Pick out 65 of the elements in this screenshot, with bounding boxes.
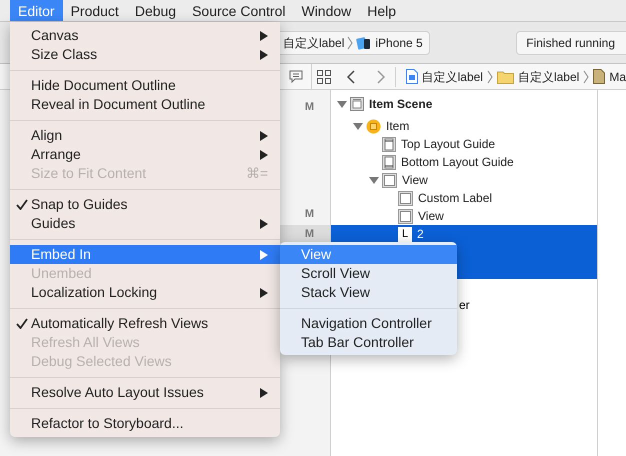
change-marker: M bbox=[304, 100, 315, 115]
layout-guide-icon bbox=[382, 154, 396, 170]
menu-item[interactable]: Arrange bbox=[10, 145, 280, 164]
menu-bar-item[interactable]: Editor bbox=[10, 0, 63, 21]
file-icon bbox=[406, 69, 418, 84]
jump-bar-item[interactable]: 自定义label bbox=[518, 68, 580, 86]
outline-row[interactable]: L 2 bbox=[331, 225, 597, 243]
chevron-icon bbox=[347, 36, 354, 50]
menu-bar-item[interactable]: Debug bbox=[126, 0, 184, 21]
view-icon bbox=[398, 208, 413, 224]
comment-icon[interactable] bbox=[288, 70, 303, 83]
menu-bar-item[interactable]: Help bbox=[359, 0, 404, 21]
outline-row[interactable]: Top Layout Guide bbox=[331, 135, 597, 153]
submenu-arrow-icon bbox=[260, 288, 268, 298]
back-icon[interactable] bbox=[346, 70, 355, 84]
disclosure-triangle-icon[interactable] bbox=[353, 122, 363, 130]
menu-item[interactable]: Snap to Guides bbox=[10, 195, 280, 214]
jump-bar-item[interactable]: Ma bbox=[609, 68, 626, 86]
menu-item[interactable]: Navigation Controller bbox=[280, 314, 457, 333]
outline-row-text: er bbox=[459, 298, 470, 312]
submenu-arrow-icon bbox=[260, 218, 268, 228]
scene-icon bbox=[350, 97, 364, 111]
menu-item[interactable]: Stack View bbox=[280, 283, 457, 302]
checkmark-icon bbox=[16, 199, 28, 210]
menu-item[interactable]: Tab Bar Controller bbox=[280, 333, 457, 352]
menu-item[interactable]: Align bbox=[10, 126, 280, 145]
menu-item[interactable]: Scroll View bbox=[280, 264, 457, 283]
outline-row[interactable]: View bbox=[331, 171, 597, 189]
grid-icon[interactable] bbox=[316, 70, 331, 84]
chevron-icon bbox=[486, 70, 493, 84]
change-marker: M bbox=[304, 207, 315, 222]
submenu-arrow-icon bbox=[260, 250, 268, 260]
menu-item[interactable]: Automatically Refresh Views bbox=[10, 314, 280, 333]
label-icon: L bbox=[398, 226, 412, 242]
view-icon bbox=[382, 172, 397, 188]
controller-icon bbox=[366, 118, 381, 134]
activity-status: Finished running bbox=[516, 30, 626, 54]
menu-item[interactable]: Embed In bbox=[10, 245, 280, 264]
document-icon bbox=[593, 69, 606, 84]
disclosure-triangle-icon[interactable] bbox=[369, 176, 379, 184]
menu-item[interactable]: Refactor to Storyboard... bbox=[10, 414, 280, 433]
outline-row[interactable]: Item bbox=[331, 117, 597, 135]
shortcut-text: ⌘= bbox=[246, 164, 268, 183]
layout-guide-icon bbox=[382, 136, 396, 152]
disclosure-triangle-icon[interactable] bbox=[337, 100, 347, 108]
chevron-icon bbox=[583, 70, 590, 84]
menu-item[interactable]: Localization Locking bbox=[10, 283, 280, 302]
menu-item[interactable]: View bbox=[280, 245, 457, 264]
jump-bar-item[interactable]: 自定义label bbox=[422, 68, 483, 86]
checkmark-icon bbox=[16, 318, 28, 329]
menu-item[interactable]: Resolve Auto Layout Issues bbox=[10, 383, 280, 402]
outline-row[interactable]: View bbox=[331, 207, 597, 225]
outline-row[interactable]: Bottom Layout Guide bbox=[331, 153, 597, 171]
phone-icon bbox=[356, 36, 372, 50]
menu-bar-item[interactable]: Product bbox=[62, 0, 127, 21]
menu-item[interactable]: Hide Document Outline bbox=[10, 76, 280, 95]
menu-bar-item[interactable]: Window bbox=[293, 0, 360, 21]
folder-icon bbox=[496, 70, 514, 84]
menu-bar-item[interactable]: Source Control bbox=[184, 0, 294, 21]
submenu-arrow-icon bbox=[260, 388, 268, 398]
outline-row[interactable]: Custom Label bbox=[331, 189, 597, 207]
view-icon bbox=[398, 190, 413, 206]
menu-item[interactable]: Reveal in Document Outline bbox=[10, 95, 280, 114]
outline-row[interactable]: Item Scene bbox=[331, 95, 597, 113]
forward-icon[interactable] bbox=[376, 70, 385, 84]
